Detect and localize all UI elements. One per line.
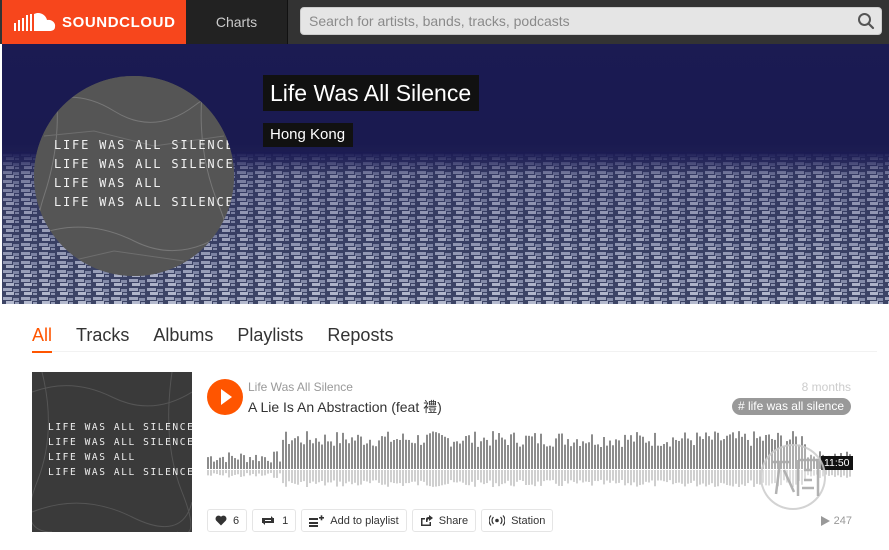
tab-playlists[interactable]: Playlists — [237, 320, 303, 352]
repost-count: 1 — [282, 514, 289, 527]
avatar-text-line: LIFE WAS ALL SILENCE — [54, 138, 234, 152]
cover-text-line: LIFE WAS ALL SILENCE — [48, 467, 192, 478]
play-button[interactable] — [207, 379, 243, 415]
track-posted-time: 8 months — [801, 380, 851, 394]
search-bar — [300, 7, 882, 35]
track-title[interactable]: A Lie Is An Abstraction (feat 禮) — [248, 397, 442, 417]
station-button[interactable]: Station — [481, 509, 554, 532]
track-duration: 11:50 — [821, 456, 853, 470]
repost-icon — [262, 516, 275, 525]
repost-button[interactable]: 1 — [252, 509, 297, 532]
artist-avatar[interactable]: LIFE WAS ALL SILENCE LIFE WAS ALL SILENC… — [34, 76, 234, 276]
watermark-glyphs — [772, 458, 820, 496]
search-input[interactable] — [301, 8, 841, 34]
cover-text-line: LIFE WAS ALL SILENCE — [48, 437, 192, 448]
add-to-playlist-button[interactable]: Add to playlist — [301, 509, 407, 532]
play-count-value: 247 — [833, 515, 852, 527]
watermark-seal — [760, 444, 826, 510]
track-cover-art[interactable]: LIFE WAS ALL SILENCE LIFE WAS ALL SILENC… — [32, 372, 192, 532]
tab-albums[interactable]: Albums — [153, 320, 213, 352]
play-count-icon — [820, 516, 830, 526]
tab-all[interactable]: All — [32, 320, 53, 353]
tab-reposts[interactable]: Reposts — [327, 320, 393, 352]
avatar-text-line: LIFE WAS ALL — [54, 176, 163, 190]
profile-banner: LIFE WAS ALL SILENCE LIFE WAS ALL SILENC… — [2, 44, 889, 304]
add-to-playlist-icon — [309, 514, 325, 527]
add-to-playlist-label: Add to playlist — [330, 514, 399, 527]
track-uploader[interactable]: Life Was All Silence — [248, 380, 353, 394]
station-label: Station — [511, 514, 546, 527]
share-icon — [420, 515, 433, 526]
profile-tabs: All Tracks Albums Playlists Reposts — [32, 320, 877, 353]
soundcloud-logo[interactable]: SOUNDCLOUD — [2, 0, 186, 44]
tab-tracks[interactable]: Tracks — [76, 320, 129, 352]
track-actions: 6 1 Add to playlist Share Station — [207, 509, 558, 532]
cloud-icon — [14, 12, 56, 31]
like-button[interactable]: 6 — [207, 509, 248, 532]
cover-text-line: LIFE WAS ALL SILENCE — [48, 422, 192, 433]
share-button[interactable]: Share — [411, 509, 477, 532]
brand-text: SOUNDCLOUD — [62, 13, 176, 31]
nav-charts[interactable]: Charts — [186, 0, 288, 44]
artist-location: Hong Kong — [263, 123, 354, 147]
avatar-text-line: LIFE WAS ALL SILENCE — [54, 195, 234, 209]
waveform[interactable] — [207, 425, 852, 487]
top-header: SOUNDCLOUD Charts — [0, 0, 889, 44]
artist-name: Life Was All Silence — [263, 75, 480, 112]
cover-text-line: LIFE WAS ALL — [48, 452, 136, 463]
station-icon — [489, 515, 506, 526]
like-count: 6 — [233, 514, 240, 527]
avatar-text-line: LIFE WAS ALL SILENCE — [54, 157, 234, 171]
share-label: Share — [438, 514, 469, 527]
play-count: 247 — [820, 515, 852, 527]
search-icon[interactable] — [857, 12, 875, 30]
track-tag[interactable]: # life was all silence — [731, 398, 851, 415]
heart-icon — [215, 515, 227, 526]
